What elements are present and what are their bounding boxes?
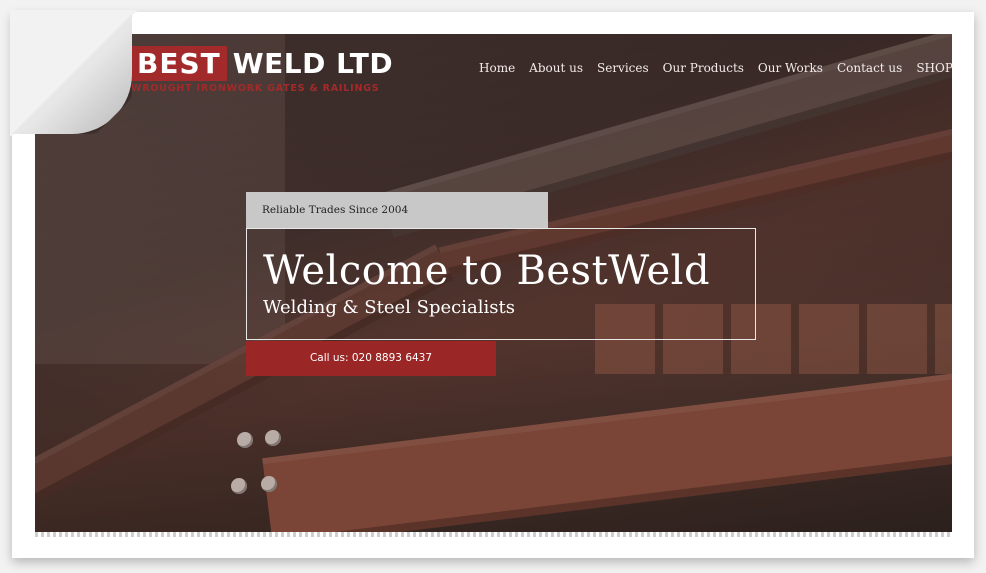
- nav-our-products[interactable]: Our Products: [663, 61, 744, 75]
- site-logo[interactable]: BEST WELD LTD WROUGHT IRONWORK GATES & R…: [131, 46, 393, 94]
- hero-title: Welcome to BestWeld: [263, 248, 711, 294]
- logo-best-text: BEST: [131, 46, 227, 81]
- hero-subtitle: Welding & Steel Specialists: [263, 297, 515, 318]
- bolt-decoration: [237, 432, 253, 448]
- nav-shop[interactable]: SHOP: [916, 61, 953, 75]
- nav-about-us[interactable]: About us: [529, 61, 583, 75]
- bolt-decoration: [261, 476, 277, 492]
- logo-weld-text: WELD LTD: [232, 46, 394, 80]
- nav-contact-us[interactable]: Contact us: [837, 61, 902, 75]
- logo-tagline: WROUGHT IRONWORK GATES & RAILINGS: [131, 83, 380, 94]
- main-nav: Home About us Services Our Products Our …: [479, 61, 967, 75]
- nav-services[interactable]: Services: [597, 61, 649, 75]
- call-us-button[interactable]: Call us: 020 8893 6437: [246, 341, 496, 376]
- nav-home[interactable]: Home: [479, 61, 515, 75]
- bolt-decoration: [265, 430, 281, 446]
- hero-tagline: Reliable Trades Since 2004: [246, 192, 548, 228]
- bolt-decoration: [231, 478, 247, 494]
- torn-edge-decoration: [35, 532, 952, 537]
- background-beam: [262, 370, 952, 536]
- nav-our-works[interactable]: Our Works: [758, 61, 823, 75]
